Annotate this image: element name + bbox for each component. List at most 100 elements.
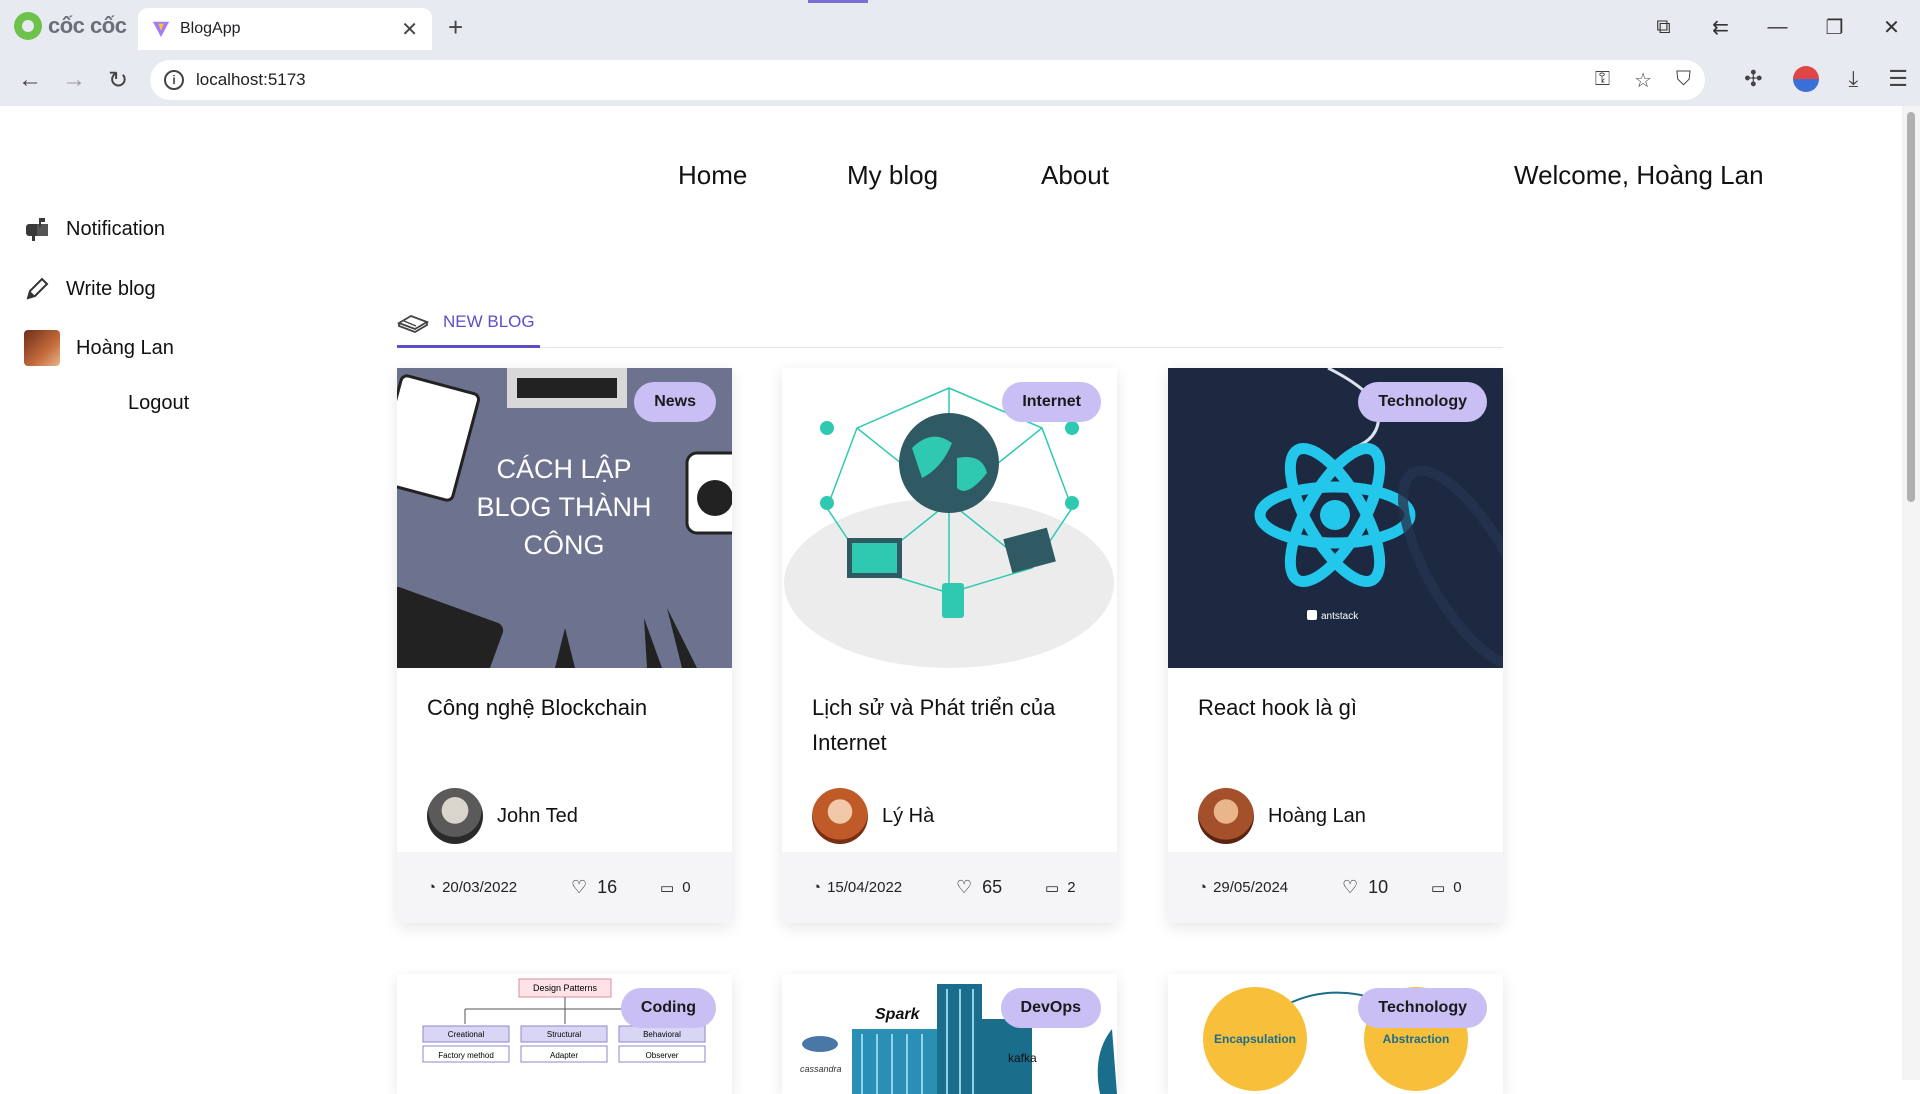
- close-window-icon[interactable]: ✕: [1863, 15, 1920, 40]
- like-button[interactable]: ♡ 65: [956, 877, 1002, 898]
- omnibox-actions: ⚿ ☆ ⛉: [1595, 68, 1691, 93]
- blog-thumbnail[interactable]: antstack Technology: [1168, 368, 1503, 668]
- category-badge[interactable]: DevOps: [1000, 988, 1101, 1028]
- category-badge[interactable]: Coding: [620, 988, 716, 1028]
- blog-card[interactable]: Design Patterns Creational Structural Be…: [397, 974, 732, 1094]
- scrollbar-thumb[interactable]: [1907, 112, 1915, 502]
- welcome-text: Welcome, Hoàng Lan: [1514, 160, 1764, 190]
- cassandra-logo-text: cassandra: [800, 1064, 842, 1074]
- vite-favicon-icon: [152, 21, 170, 38]
- blog-title[interactable]: React hook là gì: [1198, 690, 1478, 725]
- new-tab-icon[interactable]: +: [448, 12, 463, 43]
- browser-brand[interactable]: cốc cốc: [14, 12, 127, 40]
- author-name: Lý Hà: [882, 804, 935, 827]
- book-stack-icon: [397, 314, 429, 333]
- extensions-icon[interactable]: ✣: [1744, 66, 1762, 92]
- heart-icon: ♡: [1342, 877, 1359, 897]
- maximize-icon[interactable]: ❐: [1806, 15, 1863, 40]
- heart-icon: ♡: [571, 877, 588, 897]
- category-badge[interactable]: Technology: [1358, 988, 1487, 1028]
- nav-home[interactable]: Home: [678, 160, 747, 191]
- logout-button[interactable]: Logout: [128, 392, 189, 415]
- kafka-logo-text: kafka: [1008, 1051, 1037, 1065]
- tab-close-icon[interactable]: ✕: [401, 17, 418, 42]
- logout-label: Logout: [128, 392, 190, 414]
- blog-card[interactable]: Spark kafka cassandra DevOps: [782, 974, 1117, 1094]
- tab-title: BlogApp: [180, 20, 241, 37]
- post-date: ◔ 29/05/2024: [1198, 879, 1288, 896]
- bookmark-star-icon[interactable]: ☆: [1634, 68, 1652, 93]
- back-arrow-icon[interactable]: ←: [18, 66, 42, 94]
- category-badge[interactable]: News: [634, 382, 716, 422]
- blog-card[interactable]: antstack Technology React hook là gì Hoà…: [1168, 368, 1503, 923]
- author-avatar: [427, 788, 483, 844]
- thumb-brand: antstack: [1321, 611, 1359, 622]
- download-icon[interactable]: ⤓: [1849, 66, 1859, 92]
- comment-count: 0: [1453, 879, 1462, 896]
- browser-tab-bar: cốc cốc BlogApp ✕ + ⧉ ⇇ — ❐ ✕: [0, 0, 1920, 54]
- spark-logo-text: Spark: [875, 1006, 921, 1023]
- concept-label: Encapsulation: [1214, 1032, 1296, 1046]
- page-scrollbar[interactable]: [1902, 106, 1920, 1080]
- category-badge[interactable]: Internet: [1002, 382, 1101, 422]
- comment-icon: ▭: [1045, 879, 1060, 897]
- nav-about[interactable]: About: [1041, 160, 1109, 191]
- window-controls: ⧉ ⇇ — ❐ ✕: [1635, 0, 1920, 54]
- clock-icon: ◔: [427, 879, 437, 896]
- heart-icon: ♡: [956, 877, 973, 897]
- key-icon[interactable]: ⚿: [1595, 68, 1610, 93]
- sidebar-item-notification[interactable]: Notification: [24, 216, 165, 242]
- like-button[interactable]: ♡ 16: [571, 877, 617, 898]
- blog-thumbnail[interactable]: Internet: [782, 368, 1117, 668]
- sidebar-item-label: Write blog: [66, 277, 156, 300]
- forward-arrow-icon[interactable]: →: [62, 66, 86, 94]
- comment-button[interactable]: ▭ 0: [1431, 879, 1462, 897]
- author-info[interactable]: Lý Hà: [812, 788, 934, 844]
- url-text[interactable]: localhost:5173: [196, 70, 306, 90]
- browser-brand-text: cốc cốc: [48, 13, 127, 38]
- thumb-line-1: CÁCH LẬP: [496, 453, 631, 484]
- sidebar-item-label: Hoàng Lan: [76, 336, 174, 359]
- thumb-line-2: BLOG THÀNH: [476, 492, 651, 522]
- author-info[interactable]: John Ted: [427, 788, 578, 844]
- browser-tab[interactable]: BlogApp ✕: [138, 8, 432, 50]
- mailbox-icon: [26, 218, 48, 241]
- blog-thumbnail[interactable]: CÁCH LẬP BLOG THÀNH CÔNG News: [397, 368, 732, 668]
- sidebar-item-profile[interactable]: Hoàng Lan: [24, 330, 174, 366]
- sidebar-item-label: Notification: [66, 217, 165, 240]
- nav-my-blog[interactable]: My blog: [847, 160, 938, 191]
- post-date: ◔ 20/03/2022: [427, 879, 517, 896]
- avatar: [24, 330, 60, 366]
- author-avatar: [1198, 788, 1254, 844]
- profile-avatar[interactable]: [1792, 66, 1819, 92]
- page-viewport: Home My blog About Welcome, Hoàng Lan No…: [0, 106, 1920, 1094]
- blog-title[interactable]: Lịch sử và Phát triển của Internet: [812, 690, 1092, 760]
- sidebar-item-write-blog[interactable]: Write blog: [24, 276, 156, 302]
- blog-card[interactable]: CÁCH LẬP BLOG THÀNH CÔNG News Công nghệ …: [397, 368, 732, 923]
- category-badge[interactable]: Technology: [1358, 382, 1487, 422]
- diagram-box: Adapter: [550, 1051, 578, 1060]
- menu-icon[interactable]: ☰: [1888, 66, 1908, 92]
- toolbar-actions: ✣ ⤓ ☰: [1744, 66, 1908, 92]
- url-omnibox[interactable]: i localhost:5173 ⚿ ☆ ⛉: [150, 60, 1705, 100]
- date-text: 29/05/2024: [1213, 879, 1289, 896]
- diagram-box: Observer: [646, 1051, 679, 1060]
- site-info-icon[interactable]: i: [164, 70, 184, 90]
- tab-new-blog[interactable]: NEW BLOG: [397, 298, 540, 348]
- comment-count: 2: [1067, 879, 1076, 896]
- back-history-icon[interactable]: ⇇: [1692, 15, 1749, 40]
- comment-button[interactable]: ▭ 2: [1045, 879, 1076, 897]
- like-button[interactable]: ♡ 10: [1342, 877, 1388, 898]
- screenshot-icon[interactable]: ⧉: [1635, 16, 1692, 39]
- comment-button[interactable]: ▭ 0: [660, 879, 691, 897]
- minimize-icon[interactable]: —: [1749, 16, 1806, 39]
- blog-title[interactable]: Công nghệ Blockchain: [427, 690, 707, 725]
- comment-count: 0: [682, 879, 691, 896]
- date-text: 15/04/2022: [827, 879, 903, 896]
- blog-card[interactable]: Internet Lịch sử và Phát triển của Inter…: [782, 368, 1117, 923]
- blog-card[interactable]: Encapsulation Abstraction Technology: [1168, 974, 1503, 1094]
- diagram-box: Behavioral: [643, 1030, 681, 1039]
- shield-icon[interactable]: ⛉: [1676, 68, 1691, 93]
- reload-icon[interactable]: ↻: [108, 66, 128, 95]
- author-info[interactable]: Hoàng Lan: [1198, 788, 1366, 844]
